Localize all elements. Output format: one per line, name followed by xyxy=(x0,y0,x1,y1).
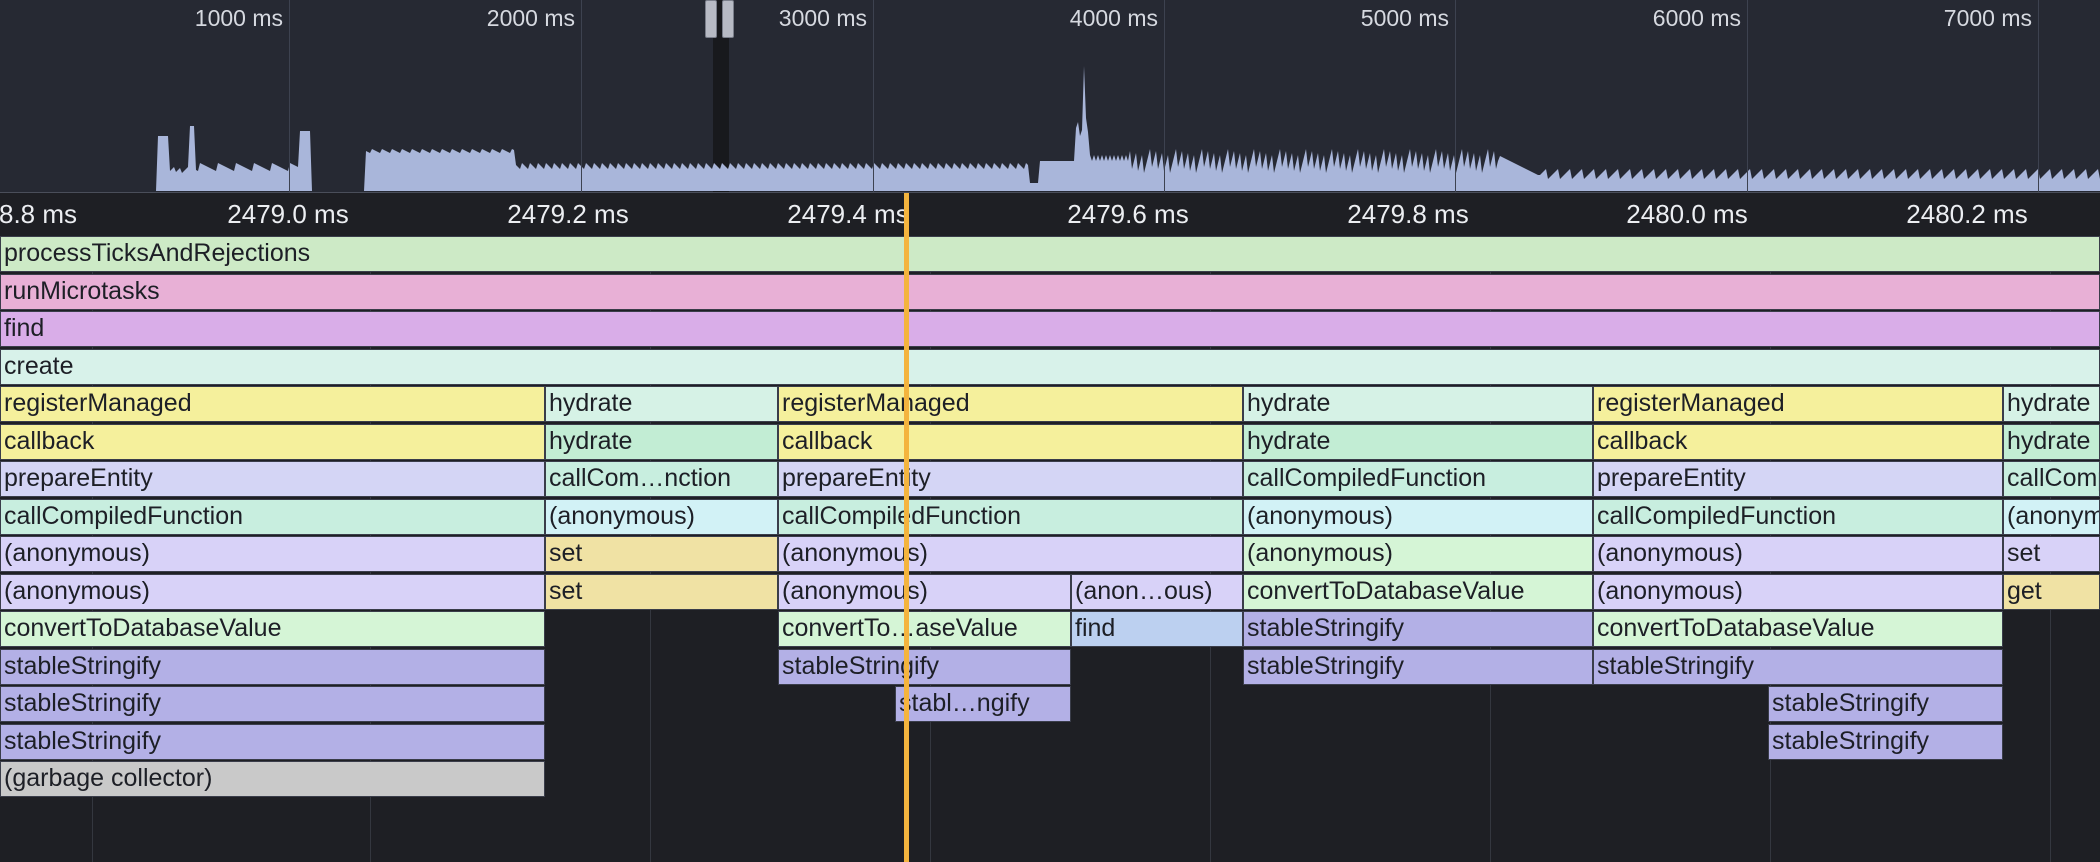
flame-frame[interactable]: hydrate xyxy=(2003,386,2100,422)
flame-frame[interactable]: (anon…ous) xyxy=(1071,573,1243,610)
flame-frame[interactable]: create xyxy=(0,348,2100,385)
overview-gridline xyxy=(289,0,290,192)
flame-frame[interactable]: set xyxy=(2003,536,2100,572)
flame-frame[interactable]: convertToDatabaseValue xyxy=(1243,573,1593,610)
flame-frame[interactable]: callCompiledFunction xyxy=(1593,498,2003,535)
overview-gridline xyxy=(1164,0,1165,192)
flame-frame[interactable]: hydrate xyxy=(2003,423,2100,460)
flame-frame[interactable]: get xyxy=(2003,573,2100,610)
cpu-activity-area xyxy=(0,66,2100,191)
flame-frame[interactable]: prepareEntity xyxy=(778,461,1243,497)
overview-gridline xyxy=(1747,0,1748,192)
selection-left-handle[interactable] xyxy=(705,0,717,38)
ruler-label: 2479.8 ms xyxy=(1347,199,1469,229)
flame-frame[interactable]: registerManaged xyxy=(778,386,1243,422)
flame-frame[interactable]: (anonymous) xyxy=(2003,498,2100,535)
time-cursor xyxy=(904,193,909,862)
flame-frame[interactable]: (anonymous) xyxy=(1593,536,2003,572)
flame-frame[interactable]: (garbage collector) xyxy=(0,761,545,797)
flame-frame[interactable]: stableStringify xyxy=(1768,686,2003,722)
ruler-label: 2479.4 ms xyxy=(787,199,909,229)
flame-frame[interactable]: runMicrotasks xyxy=(0,273,2100,310)
overview-gridline xyxy=(2038,0,2039,192)
overview-tick-label: 2000 ms xyxy=(486,5,575,31)
flame-frame[interactable]: callCompiledFunction xyxy=(0,498,545,535)
flame-frame[interactable]: processTicksAndRejections xyxy=(0,236,2100,272)
flame-frame[interactable]: stableStringify xyxy=(0,686,545,722)
flame-frame[interactable]: convertToDatabaseValue xyxy=(0,611,545,647)
flame-frame[interactable]: hydrate xyxy=(1243,423,1593,460)
flame-frame[interactable]: set xyxy=(545,573,778,610)
timeline-overview[interactable]: 1000 ms 2000 ms 3000 ms 4000 ms 5000 ms 6000 … xyxy=(0,0,2100,192)
flame-frame[interactable]: stableStringify xyxy=(1243,648,1593,685)
ruler-label: 2479.0 ms xyxy=(227,199,349,229)
flame-frame[interactable]: registerManaged xyxy=(0,386,545,422)
flame-frame[interactable]: stableStringify xyxy=(1593,648,2003,685)
ruler-label: 2479.2 ms xyxy=(507,199,629,229)
time-ruler: 8.8 ms 2479.0 ms 2479.2 ms 2479.4 ms 2479.6 … xyxy=(0,192,2100,236)
flame-frame[interactable]: stableStringify xyxy=(0,723,545,760)
flame-frame[interactable]: registerManaged xyxy=(1593,386,2003,422)
flame-frame[interactable]: callCompiledFunction xyxy=(778,498,1243,535)
flame-frame[interactable]: stableStringify xyxy=(1243,611,1593,647)
ruler-label: 2479.6 ms xyxy=(1067,199,1189,229)
flame-frame[interactable]: convertToDatabaseValue xyxy=(1593,611,2003,647)
flame-frame[interactable]: callCom…nction xyxy=(545,461,778,497)
flame-frame[interactable]: hydrate xyxy=(1243,386,1593,422)
ruler-label: 2480.2 ms xyxy=(1906,199,2028,229)
overview-tick-label: 3000 ms xyxy=(778,5,867,31)
flame-frame[interactable]: (anonymous) xyxy=(1593,573,2003,610)
flame-frame[interactable]: prepareEntity xyxy=(0,461,545,497)
flame-frame[interactable]: find xyxy=(1071,611,1243,647)
flame-frame[interactable]: callCompiledFunction xyxy=(2003,461,2100,497)
flame-frame[interactable]: prepareEntity xyxy=(1593,461,2003,497)
flame-frame[interactable]: stableStringify xyxy=(1768,723,2003,760)
overview-tick-label: 1000 ms xyxy=(194,5,283,31)
flame-frame[interactable]: (anonymous) xyxy=(778,536,1243,572)
ruler-label: 2480.0 ms xyxy=(1626,199,1748,229)
flame-frame[interactable]: hydrate xyxy=(545,423,778,460)
flame-frame[interactable]: callback xyxy=(0,423,545,460)
cpu-activity-graph xyxy=(0,66,2100,191)
flame-frame[interactable]: convertTo…aseValue xyxy=(778,611,1071,647)
flame-chart[interactable]: processTicksAndRejections runMicrotasks fi… xyxy=(0,236,2100,862)
flame-frame[interactable]: callback xyxy=(778,423,1243,460)
flame-frame[interactable]: (anonymous) xyxy=(1243,498,1593,535)
overview-gridline xyxy=(1455,0,1456,192)
flame-frame[interactable]: callCompiledFunction xyxy=(1243,461,1593,497)
flame-frame[interactable]: find xyxy=(0,311,2100,347)
overview-tick-label: 6000 ms xyxy=(1652,5,1741,31)
overview-tick-label: 5000 ms xyxy=(1360,5,1449,31)
flame-frame[interactable]: (anonymous) xyxy=(0,573,545,610)
flame-frame[interactable]: (anonymous) xyxy=(0,536,545,572)
overview-gridline xyxy=(581,0,582,192)
flame-frame[interactable]: (anonymous) xyxy=(545,498,778,535)
ruler-label: 8.8 ms xyxy=(0,199,78,229)
overview-gridline xyxy=(873,0,874,192)
flame-frame[interactable]: hydrate xyxy=(545,386,778,422)
overview-tick-label: 7000 ms xyxy=(1943,5,2032,31)
flame-frame[interactable]: stableStringify xyxy=(0,648,545,685)
flame-frame[interactable]: set xyxy=(545,536,778,572)
flame-frame[interactable]: (anonymous) xyxy=(778,573,1071,610)
flame-frame[interactable]: (anonymous) xyxy=(1243,536,1593,572)
overview-tick-label: 4000 ms xyxy=(1069,5,1158,31)
flame-frame[interactable]: stableStringify xyxy=(778,648,1071,685)
flame-frame[interactable]: callback xyxy=(1593,423,2003,460)
flame-frame[interactable]: stabl…ngify xyxy=(895,686,1071,722)
selection-right-handle[interactable] xyxy=(722,0,734,38)
